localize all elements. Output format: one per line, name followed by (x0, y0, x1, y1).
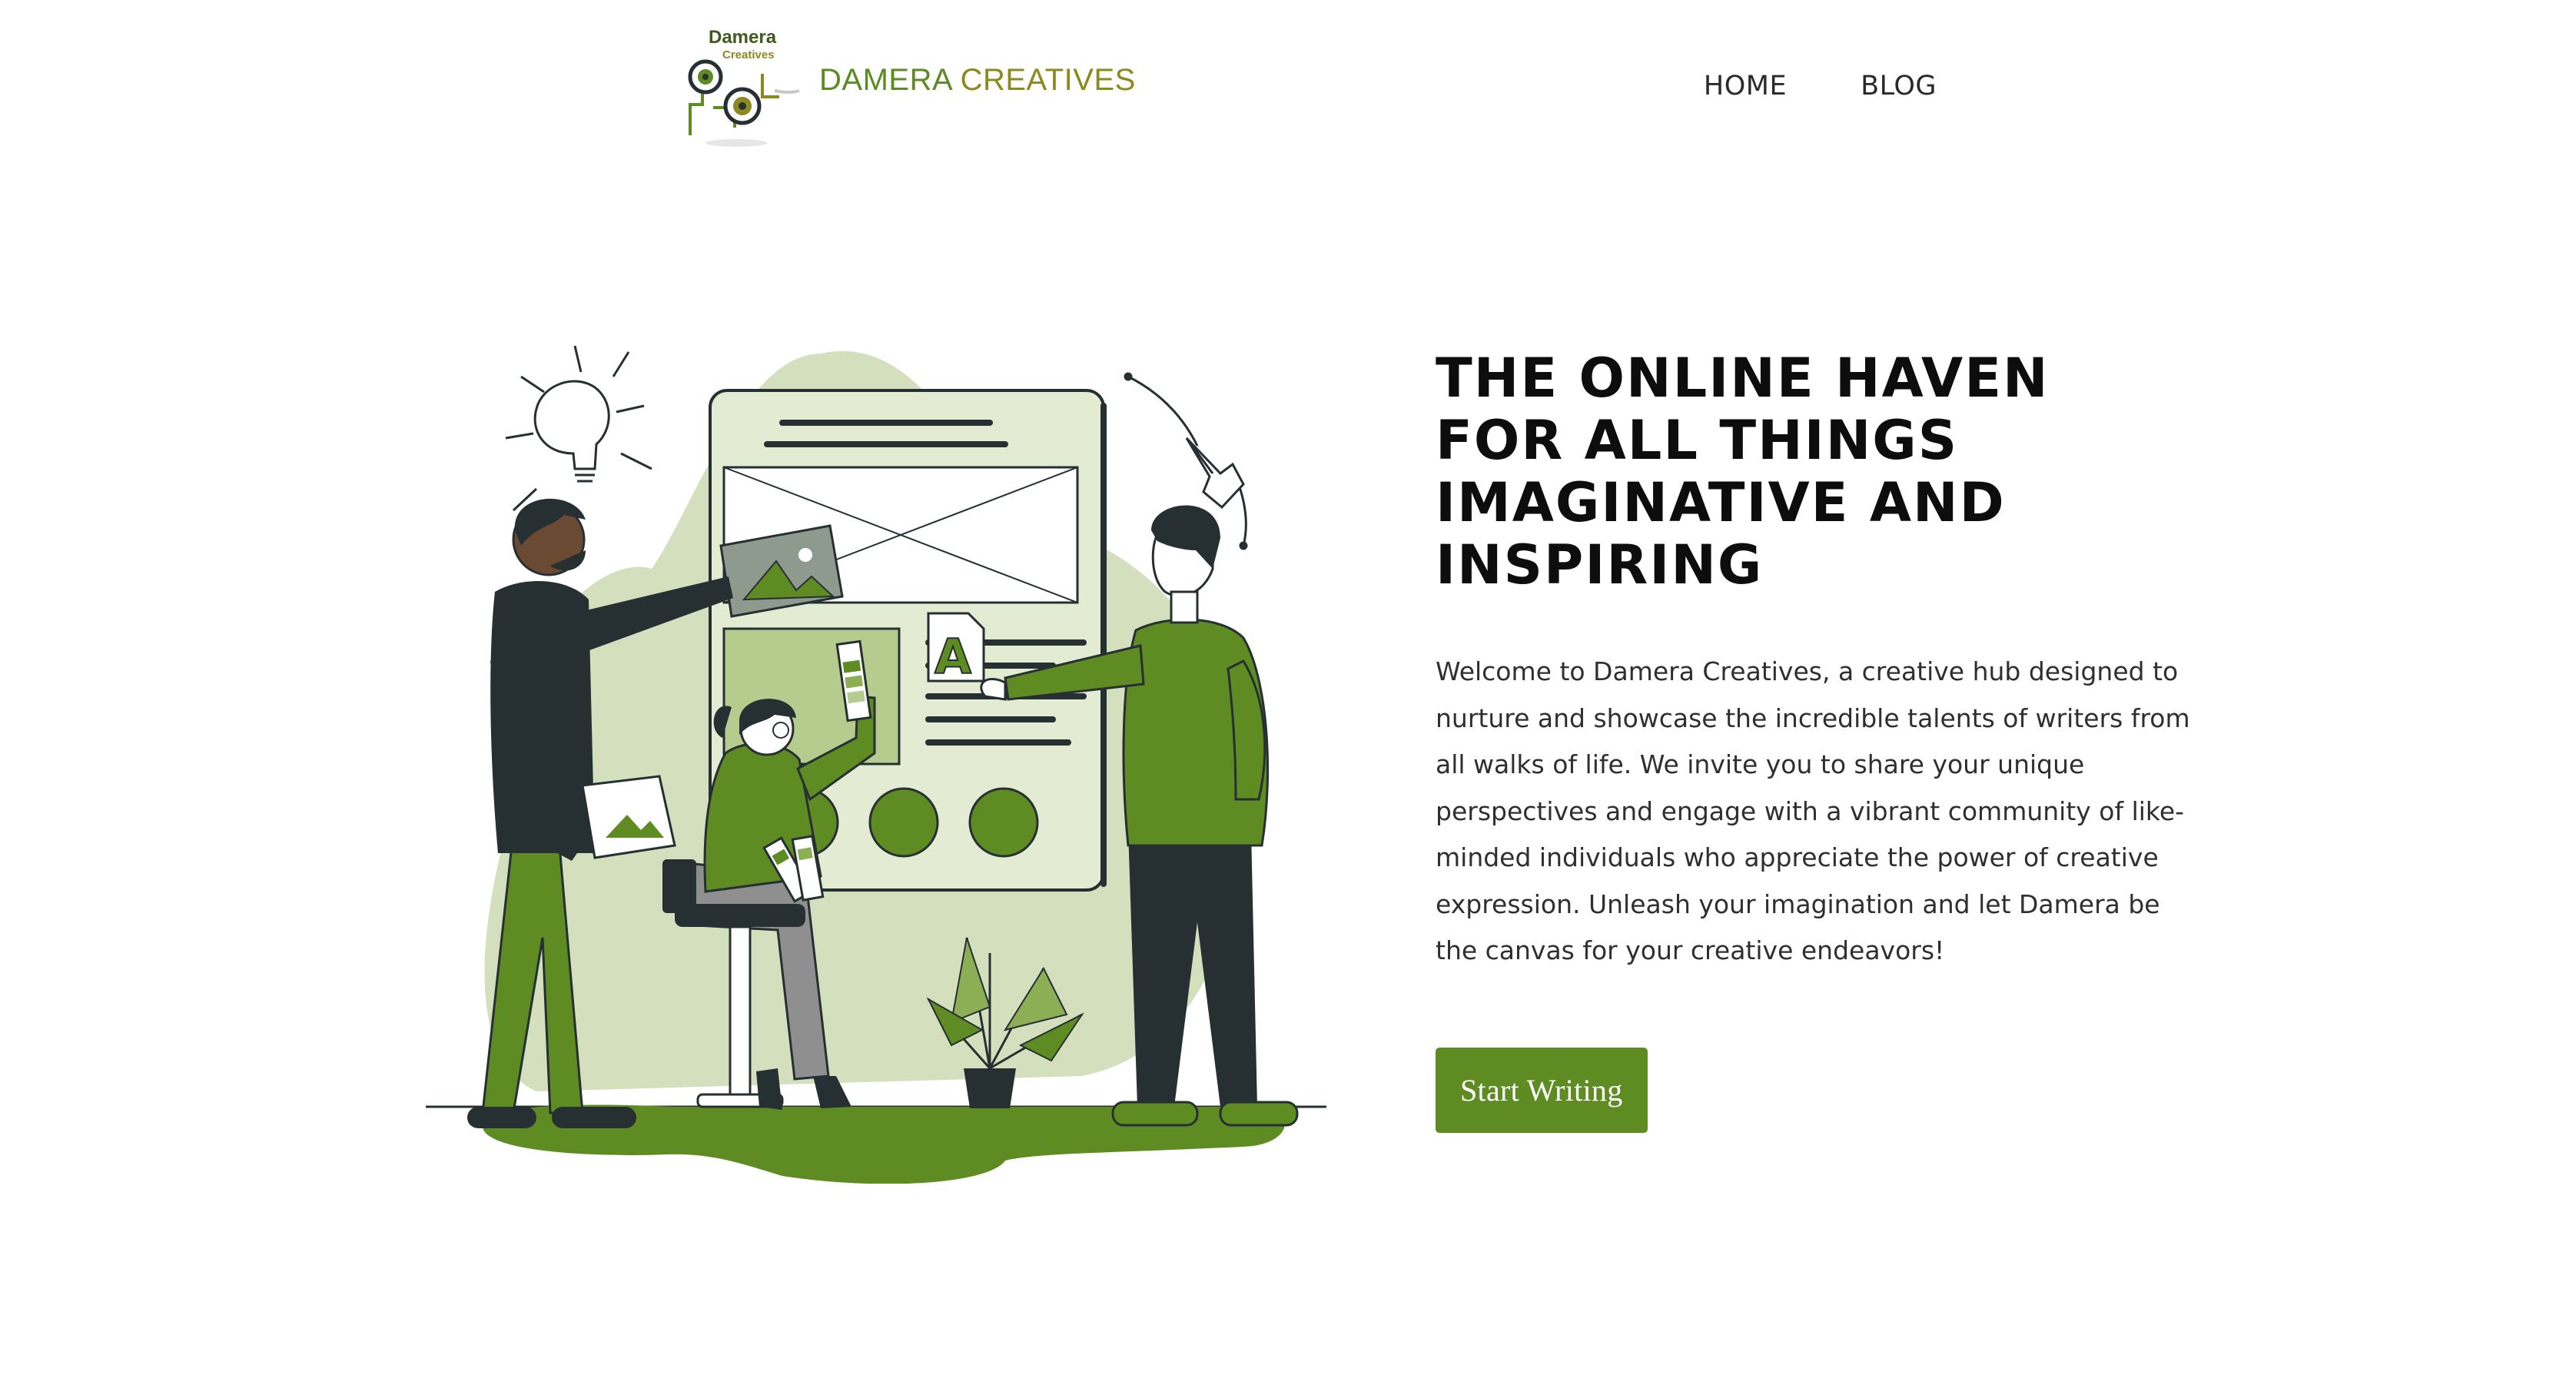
hero-illustration: A (426, 345, 1326, 1184)
logo-wordmark: DAMERA CREATIVES (819, 63, 1136, 108)
logo-word-1: DAMERA (819, 62, 951, 97)
logo-word-2: CREATIVES (960, 62, 1136, 97)
letter-card-text: A (934, 629, 971, 685)
nav-blog-link[interactable]: BLOG (1861, 71, 1937, 101)
lightbulb-icon (505, 345, 652, 512)
letter-card: A (927, 612, 985, 686)
logo-mark-text-2: Creatives (722, 48, 775, 61)
start-writing-button[interactable]: Start Writing (1436, 1047, 1648, 1133)
hero-title: THE ONLINE HAVEN FOR ALL THINGS IMAGINAT… (1436, 347, 2050, 596)
logo-mark-text-1: Damera (709, 27, 777, 48)
hero-section: THE ONLINE HAVEN FOR ALL THINGS IMAGINAT… (1436, 347, 2196, 1133)
hero-description: Welcome to Damera Creatives, a creative … (1436, 656, 2190, 965)
nav-home-link[interactable]: HOME (1704, 71, 1787, 101)
logo-mark-icon: Damera Creatives (688, 27, 800, 147)
main-nav: HOME BLOG (1704, 71, 1937, 101)
logo-link[interactable]: Damera Creatives DAMERA CREATIVES (682, 20, 1136, 151)
